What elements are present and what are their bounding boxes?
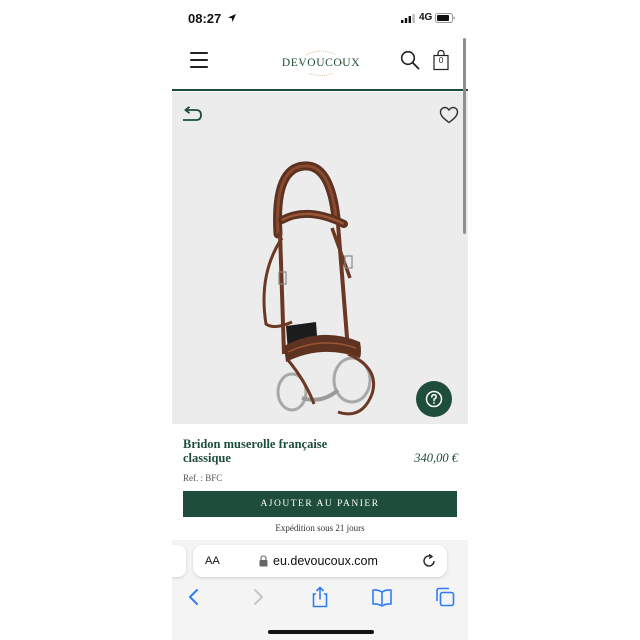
heart-icon[interactable] bbox=[439, 106, 459, 124]
tabs-icon[interactable] bbox=[434, 586, 456, 608]
browser-bottom-bar: AA eu.devoucoux.com bbox=[172, 540, 468, 640]
phone-screen: 08:27 4G DEVOUCOUX 0 Bridon muserolle fr… bbox=[172, 0, 468, 640]
menu-icon[interactable] bbox=[190, 52, 208, 68]
add-to-cart-button[interactable]: AJOUTER AU PANIER bbox=[183, 491, 457, 517]
product-image-area bbox=[172, 92, 468, 424]
brand-logo[interactable]: DEVOUCOUX bbox=[276, 44, 366, 80]
network-type: 4G bbox=[419, 12, 433, 23]
product-reference: Ref. : BFC bbox=[183, 473, 223, 483]
forward-icon[interactable] bbox=[247, 586, 269, 608]
home-indicator bbox=[268, 630, 374, 634]
back-icon[interactable] bbox=[183, 586, 205, 608]
lock-icon bbox=[259, 555, 268, 567]
address-bar[interactable]: AA eu.devoucoux.com bbox=[193, 545, 447, 577]
battery-icon bbox=[435, 13, 455, 23]
product-price: 340,00 € bbox=[414, 451, 458, 465]
help-button[interactable] bbox=[416, 381, 452, 417]
help-icon bbox=[425, 390, 443, 408]
share-icon[interactable] bbox=[309, 586, 331, 608]
header-divider bbox=[172, 89, 468, 91]
back-arrow-icon[interactable] bbox=[180, 106, 204, 124]
product-image-bridle bbox=[262, 161, 375, 416]
signal-icon bbox=[401, 14, 415, 23]
url-text[interactable]: eu.devoucoux.com bbox=[273, 554, 378, 568]
reader-options-button[interactable]: AA bbox=[205, 555, 220, 567]
cart-count: 0 bbox=[438, 56, 444, 65]
previous-tab-preview[interactable] bbox=[172, 545, 186, 577]
shipping-info: Expédition sous 21 jours bbox=[275, 523, 365, 533]
page-scrollbar[interactable] bbox=[463, 38, 466, 234]
site-header: DEVOUCOUX 0 bbox=[172, 36, 468, 90]
reload-icon[interactable] bbox=[422, 554, 436, 568]
bookmarks-icon[interactable] bbox=[371, 586, 393, 608]
product-title: Bridon muserolle française classique bbox=[183, 437, 328, 465]
status-bar: 08:27 4G bbox=[172, 0, 468, 36]
location-arrow-icon bbox=[228, 14, 236, 22]
status-time: 08:27 bbox=[188, 11, 222, 26]
search-icon[interactable] bbox=[400, 50, 420, 70]
logo-text: DEVOUCOUX bbox=[281, 57, 361, 69]
